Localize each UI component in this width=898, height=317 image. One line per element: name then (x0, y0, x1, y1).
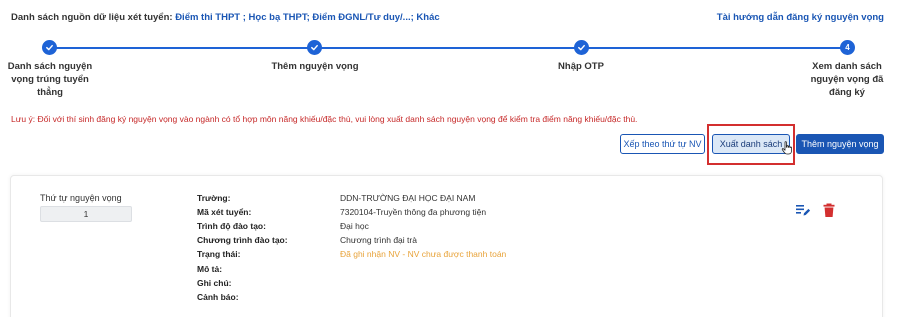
description-label: Mô tả: (197, 264, 223, 274)
step-3-label-line-1: Nhập OTP (558, 61, 604, 72)
step-1-label-line-1: Danh sách nguyện (7, 61, 93, 72)
school-label: Trường: (197, 193, 231, 203)
step-1-check-icon (42, 40, 57, 55)
notice-text: Lưu ý: Đối với thí sinh đăng ký nguyện v… (11, 114, 638, 124)
data-sources-values: Điểm thi THPT ; Học bạ THPT; Điểm ĐGNL/T… (175, 12, 440, 23)
step-1-label-line-3: thẳng (37, 87, 63, 98)
step-4-number: 4 (840, 40, 855, 55)
status-label: Trạng thái: (197, 249, 241, 259)
step-2-check-icon (307, 40, 322, 55)
step-4-label: Xem danh sách nguyện vọng đã đăng ký (800, 60, 894, 99)
data-sources-line: Danh sách nguồn dữ liệu xét tuyển: Điểm … (11, 12, 440, 23)
note-label: Ghi chú: (197, 278, 232, 288)
data-sources-label: Danh sách nguồn dữ liệu xét tuyển: (11, 12, 173, 23)
status-value: Đã ghi nhận NV - NV chưa được thanh toán (340, 249, 507, 259)
step-4-number-text: 4 (845, 43, 850, 52)
hand-pointer-icon (781, 141, 793, 155)
step-1-label: Danh sách nguyện vọng trúng tuyển thẳng (4, 60, 96, 99)
step-1-label-line-2: vọng trúng tuyển (11, 74, 89, 85)
add-wish-button[interactable]: Thêm nguyện vọng (796, 134, 884, 154)
step-4-label-line-3: đăng ký (829, 87, 865, 98)
program-label: Chương trình đào tạo: (197, 235, 288, 245)
step-4-label-line-1: Xem danh sách (812, 61, 882, 72)
admission-code-value: 7320104-Truyền thông đa phương tiện (340, 207, 487, 217)
education-level-label: Trình độ đào tạo: (197, 221, 266, 231)
step-4-label-line-2: nguyện vọng đã (810, 74, 884, 85)
sort-by-order-button[interactable]: Xếp theo thứ tự NV (620, 134, 705, 154)
education-level-value: Đại học (340, 221, 369, 231)
step-3-check-icon (574, 40, 589, 55)
stepper-track (50, 47, 848, 49)
edit-list-icon[interactable] (792, 199, 814, 221)
guide-link[interactable]: Tài hướng dẫn đăng ký nguyện vọng (717, 12, 884, 23)
step-2-label-line-1: Thêm nguyện vọng (271, 61, 359, 72)
admission-code-label: Mã xét tuyển: (197, 207, 252, 217)
warning-label: Cảnh báo: (197, 292, 239, 302)
program-value: Chương trình đại trà (340, 235, 417, 245)
trash-icon[interactable] (818, 199, 840, 221)
school-value: DDN-TRƯỜNG ĐẠI HỌC ĐẠI NAM (340, 193, 476, 203)
wish-order-label: Thứ tự nguyện vọng (40, 193, 122, 203)
wish-order-input[interactable]: 1 (40, 206, 132, 222)
step-3-label: Nhập OTP (541, 60, 621, 73)
step-2-label: Thêm nguyện vọng (255, 60, 375, 73)
